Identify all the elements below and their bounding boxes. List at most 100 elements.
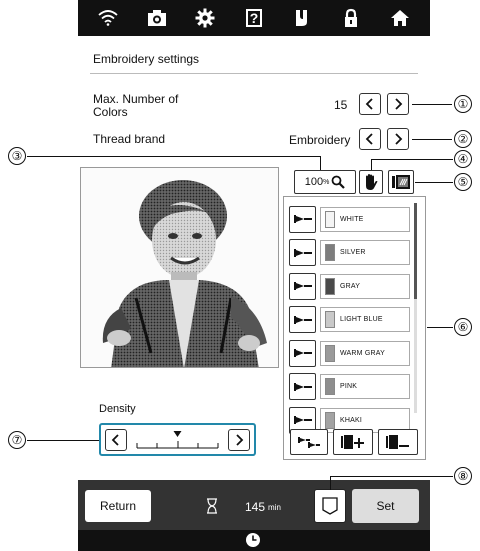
clock-icon [246,533,260,547]
callout-line-3-drop [320,156,321,170]
callout-line-4-drop [371,159,372,170]
max-colors-increase-button[interactable] [387,93,409,115]
callout-line-8 [330,476,453,477]
hourglass-icon [207,498,217,514]
chevron-left-icon [111,434,119,446]
bottom-strip [78,530,430,551]
max-colors-decrease-button[interactable] [359,93,381,115]
callout-2: ② [454,130,472,148]
thread-list-item[interactable]: PINK [289,372,417,402]
chevron-right-icon [236,434,244,446]
callout-4: ④ [454,150,472,168]
thread-brand-prev-button[interactable] [359,128,381,150]
thread-name-cell[interactable]: PINK [320,374,410,399]
wifi-icon[interactable] [94,4,122,32]
thread-spool-icon [293,215,312,223]
gear-icon[interactable] [191,4,219,32]
chevron-left-icon [365,133,373,145]
camera-icon[interactable] [143,4,171,32]
set-button[interactable]: Set [352,489,419,523]
thread-name: KHAKI [340,416,363,424]
hand-icon [366,174,378,190]
thread-name: PINK [340,383,358,390]
thread-list-item[interactable]: GRAY [289,271,417,301]
thread-brand-next-button[interactable] [387,128,409,150]
zoom-unit: % [323,178,330,186]
sewing-time-unit: min [268,503,281,512]
thread-change-button[interactable] [289,339,316,367]
thread-list-item[interactable]: LIGHT BLUE [289,305,417,335]
chevron-right-icon [395,133,403,145]
thread-name: SILVER [340,249,366,256]
callout-line-2 [412,139,452,140]
zoom-button[interactable]: 100 % [294,170,356,194]
callout-line-1 [412,104,452,105]
remove-color-icon [386,435,409,449]
thread-change-button[interactable] [289,373,316,400]
list-scrollbar-thumb[interactable] [414,203,417,299]
embroidery-image-preview[interactable] [80,167,279,368]
thread-color-list: WHITE SILVER GRAY LIGHT BLUE WARM GRAY PINK KH… [283,196,426,460]
thread-change-button[interactable] [289,306,316,333]
thread-list-item[interactable]: SILVER [289,238,417,268]
thread-spool-icon [293,416,312,424]
density-label: Density [99,403,136,415]
max-colors-value: 15 [334,98,348,112]
display-toggle-button[interactable] [388,170,414,194]
thread-color-swatch [325,344,335,362]
sewing-time-value: 145 [245,500,266,514]
thread-change-button[interactable] [289,205,316,233]
add-color-button[interactable] [333,429,373,455]
callout-6: ⑥ [454,318,472,336]
home-icon[interactable] [386,4,414,32]
thread-name-cell[interactable]: WHITE [320,206,410,232]
thread-name-cell[interactable]: GRAY [320,273,410,299]
callout-line-3 [27,156,321,157]
thread-name-cell[interactable]: WARM GRAY [320,340,410,366]
thread-name: LIGHT BLUE [340,316,383,323]
thread-list-item[interactable]: WARM GRAY [289,338,417,368]
thread-spool-icon [293,349,312,357]
thread-color-swatch [325,311,335,328]
frame-display-button[interactable] [314,489,346,523]
callout-7: ⑦ [8,431,26,449]
pan-hand-button[interactable] [359,170,383,194]
callout-3: ③ [8,147,26,165]
density-indicator [173,431,182,437]
callout-line-4 [371,159,453,160]
thread-name: GRAY [340,282,361,290]
thread-brand-label: Thread brand [93,132,166,146]
embroidery-foot-icon[interactable] [289,4,317,32]
help-label: ? [245,9,262,27]
bottom-bar: Return 145 min Set [78,480,430,530]
thread-change-button[interactable] [289,239,316,266]
page-title: Embroidery settings [93,52,200,66]
density-control [99,423,256,456]
lock-icon[interactable] [337,4,365,32]
thread-color-swatch [325,244,335,261]
callout-line-6 [427,327,453,328]
return-button[interactable]: Return [85,490,151,522]
max-colors-label: Max. Number of Colors [93,92,179,119]
callout-5: ⑤ [454,173,472,191]
thread-list-item[interactable]: WHITE [289,204,417,234]
thread-change-button[interactable] [289,272,316,300]
thread-spool-icon [293,248,312,257]
help-icon[interactable]: ? [240,4,268,32]
child-portrait-image [81,168,278,367]
hoop-frame-icon [322,497,338,515]
thread-name-cell[interactable]: LIGHT BLUE [320,307,410,332]
remove-color-button[interactable] [378,429,418,455]
top-bar: ? [78,0,430,36]
thread-spools-icon [298,437,320,448]
thread-color-swatch [325,210,335,228]
callout-line-7 [27,440,99,441]
callout-1: ① [454,95,472,113]
density-slider[interactable] [131,427,224,452]
thread-name-cell[interactable]: SILVER [320,240,410,265]
density-increase-button[interactable] [228,429,250,451]
thread-sort-button[interactable] [290,429,328,455]
callout-8: ⑧ [454,467,472,485]
thread-display-icon [392,175,410,189]
density-decrease-button[interactable] [105,429,127,451]
